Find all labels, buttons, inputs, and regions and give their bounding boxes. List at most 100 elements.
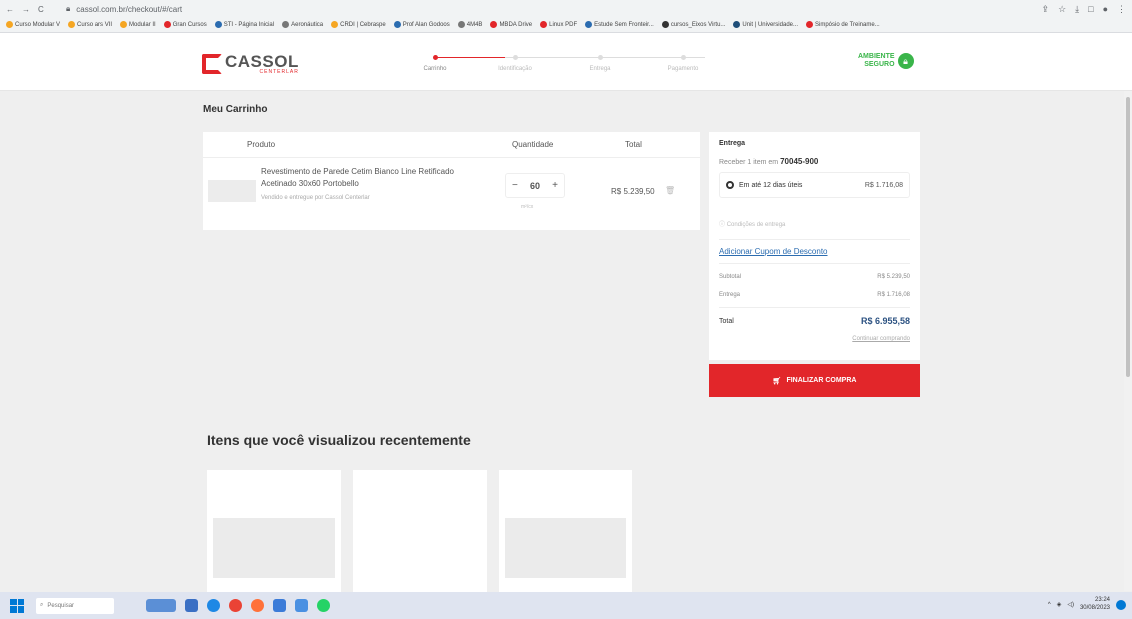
delivery-cep: Receber 1 item em 70045-900	[719, 157, 819, 166]
col-total: Total	[625, 140, 642, 149]
recent-product-card[interactable]	[207, 470, 341, 592]
widgets-icon[interactable]	[146, 599, 176, 612]
padlock-icon: 🔒︎	[897, 53, 914, 70]
download-icon[interactable]: ⤓	[1075, 4, 1079, 15]
increase-button[interactable]: +	[552, 180, 558, 191]
network-icon[interactable]: ◈	[1057, 601, 1062, 608]
step-delivery: Entrega	[570, 53, 630, 72]
reload-icon[interactable]: C	[38, 5, 44, 14]
recent-product-card[interactable]	[353, 470, 487, 592]
col-product: Produto	[247, 140, 276, 149]
browser-nav: ← → C	[6, 5, 66, 14]
step-identification: Identificação	[485, 53, 545, 72]
step-cart: Carrinho	[405, 53, 465, 72]
bookmark-item[interactable]: 4M4B	[457, 21, 482, 29]
quantity-stepper: − 60 +	[505, 173, 565, 198]
taskbar-search[interactable]: ⌕ Pesquisar	[36, 597, 114, 614]
bookmark-item[interactable]: Prof Alan Godoos	[393, 21, 450, 29]
bookmarks-bar: Curso Modular V Curso ars VII Modular II…	[0, 18, 1132, 33]
windows-start-icon[interactable]	[10, 598, 24, 613]
address-bar[interactable]: cassol.com.br/checkout/#/cart	[76, 5, 182, 14]
recent-product-card[interactable]	[499, 470, 632, 592]
notification-icon[interactable]	[1116, 599, 1126, 610]
forward-icon[interactable]: →	[22, 5, 30, 14]
bookmark-item[interactable]: Estude Sem Fronteir...	[585, 21, 654, 29]
browser-actions: ⇪ ☆ ⤓ □ ● ⋮	[1042, 4, 1126, 15]
delivery-option[interactable]: Em até 12 dias úteis R$ 1.716,08	[719, 172, 910, 198]
shipping-row: Entrega R$ 1.716,08	[719, 292, 910, 298]
task-view-icon[interactable]	[185, 599, 198, 612]
product-name[interactable]: Revestimento de Parede Cetim Bianco Line…	[261, 166, 461, 190]
product-image[interactable]	[505, 518, 626, 578]
store-icon[interactable]	[295, 599, 308, 612]
line-total: R$ 5.239,50	[611, 187, 655, 196]
bookmark-item[interactable]: Unit | Universidade...	[733, 21, 798, 29]
delivery-option-label: Em até 12 dias úteis	[739, 181, 803, 189]
subtotal-row: Subtotal R$ 5.239,50	[719, 274, 910, 280]
continue-shopping-link[interactable]: Continuar comprando	[852, 336, 910, 342]
firefox-icon[interactable]	[251, 599, 264, 612]
coupon-link[interactable]: Adicionar Cupom de Desconto	[719, 247, 828, 256]
bookmark-item[interactable]: cursos_Eixos Virtu...	[661, 21, 725, 29]
edge-icon[interactable]	[207, 599, 220, 612]
star-icon[interactable]: ☆	[1058, 4, 1066, 15]
delivery-title: Entrega	[719, 140, 746, 147]
chevron-up-icon[interactable]: ^	[1048, 602, 1051, 608]
secure-badge: AMBIENTE SEGURO 🔒︎	[858, 53, 914, 70]
divider	[719, 263, 910, 264]
bookmark-item[interactable]: Curso Modular V	[6, 21, 60, 29]
taskbar-apps	[146, 599, 330, 612]
site-header: CASSOL CENTERLAR Carrinho Identificação …	[0, 33, 1132, 91]
step-payment: Pagamento	[653, 53, 713, 72]
whatsapp-icon[interactable]	[317, 599, 330, 612]
product-image[interactable]	[208, 180, 256, 202]
clock[interactable]: 23:24 30/08/2023	[1080, 597, 1110, 613]
radio-selected-icon[interactable]	[726, 181, 734, 189]
recent-title: Itens que você visualizou recentemente	[207, 432, 471, 448]
share-icon[interactable]: ⇪	[1042, 4, 1050, 15]
cart-table: Produto Quantidade Total Revestimento de…	[203, 132, 700, 230]
bookmark-item[interactable]: Linux PDF	[540, 21, 577, 29]
back-icon[interactable]: ←	[6, 5, 14, 14]
bookmark-item[interactable]: MBDA Drive	[490, 21, 532, 29]
finalize-purchase-button[interactable]: 🛒︎ FINALIZAR COMPRA	[709, 364, 920, 397]
bookmark-item[interactable]: STI - Página Inicial	[214, 21, 274, 29]
bookmark-item[interactable]: Gran Cursos	[163, 21, 207, 29]
browser-toolbar: ← → C 🔒︎ cassol.com.br/checkout/#/cart ⇪…	[0, 0, 1132, 18]
divider	[719, 239, 910, 240]
bookmark-item[interactable]: Curso ars VII	[68, 21, 112, 29]
search-icon: ⌕	[40, 602, 44, 608]
files-icon[interactable]	[273, 599, 286, 612]
profile-icon[interactable]: ●	[1103, 4, 1108, 15]
windows-taskbar: ⌕ Pesquisar ^ ◈ ◁) 23:24 30/08/2023	[0, 592, 1132, 619]
bookmark-item[interactable]: Modular II	[120, 21, 156, 29]
bookmark-item[interactable]: CRDI | Cebraspe	[331, 21, 386, 29]
chrome-icon[interactable]	[229, 599, 242, 612]
bookmark-item[interactable]: Aeronáutica	[282, 21, 323, 29]
decrease-button[interactable]: −	[512, 180, 518, 191]
bookmark-item[interactable]: Simpósio de Treiname...	[806, 21, 880, 29]
window-icon[interactable]: □	[1088, 4, 1093, 15]
col-quantity: Quantidade	[512, 140, 554, 149]
quantity-unit: m²/cx	[521, 204, 534, 210]
lock-icon: 🔒︎	[66, 4, 71, 13]
delivery-conditions-link[interactable]: ⓘ Condições de entrega	[719, 219, 785, 228]
product-image[interactable]	[213, 518, 335, 578]
divider	[203, 157, 700, 158]
total-row: Total R$ 6.955,58	[719, 316, 910, 326]
total-value: R$ 6.955,58	[860, 316, 910, 326]
delivery-option-price: R$ 1.716,08	[864, 181, 903, 189]
volume-icon[interactable]: ◁)	[1067, 601, 1074, 608]
quantity-value[interactable]: 60	[530, 181, 540, 191]
logo-name: CASSOL	[225, 52, 299, 71]
info-icon: ⓘ	[719, 222, 726, 228]
cart-icon: 🛒︎	[772, 377, 782, 385]
delivery-panel: Entrega Receber 1 item em 70045-900 Em a…	[709, 132, 920, 360]
divider	[719, 307, 910, 308]
system-tray: ^ ◈ ◁) 23:24 30/08/2023	[1048, 597, 1126, 613]
trash-icon[interactable]: 🗑︎	[665, 186, 675, 195]
cart-title: Meu Carrinho	[203, 104, 268, 115]
cassol-logo[interactable]: CASSOL CENTERLAR	[202, 53, 299, 75]
menu-icon[interactable]: ⋮	[1117, 4, 1126, 15]
page-scrollbar[interactable]	[1124, 91, 1132, 591]
